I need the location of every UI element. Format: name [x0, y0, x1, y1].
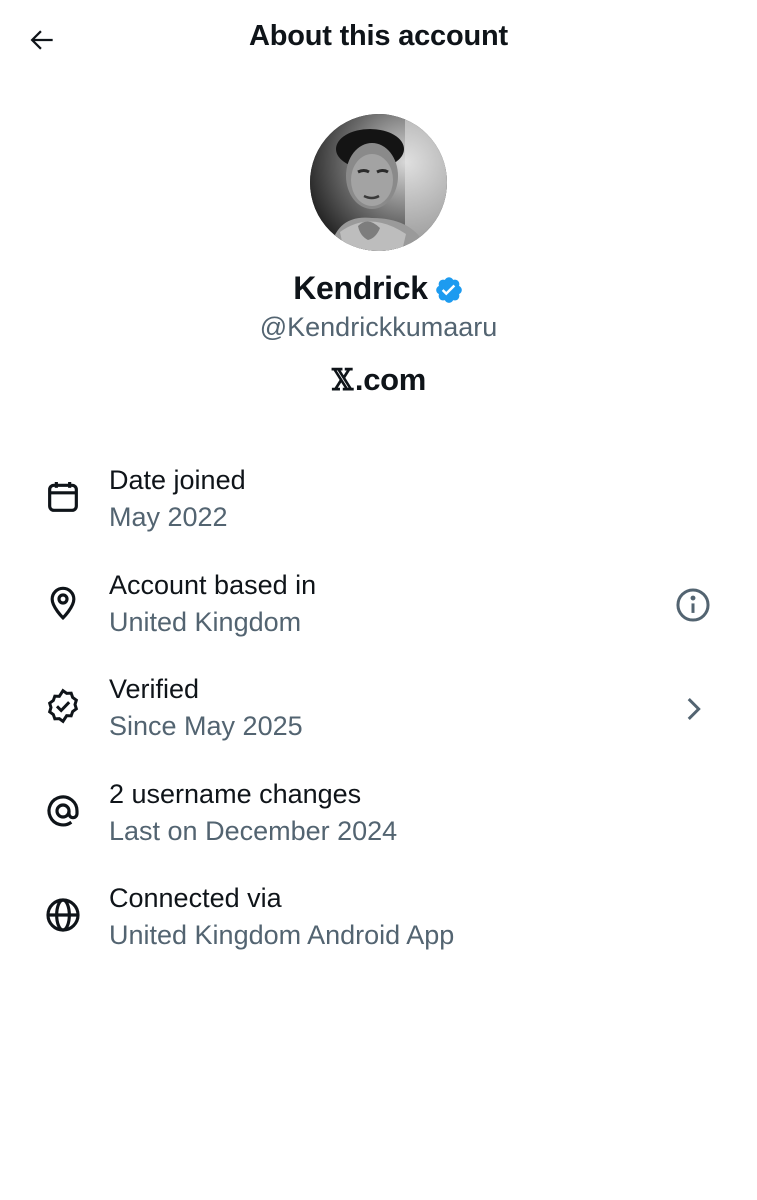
detail-value: United Kingdom: [109, 606, 302, 637]
page-title: About this account: [248, 20, 508, 52]
detail-value: United Kingdom Android App: [109, 920, 455, 950]
verified-chevron-button[interactable]: [671, 687, 715, 731]
top-bar: About this account: [0, 0, 757, 80]
verified-badge-icon: [434, 275, 464, 305]
verified-row[interactable]: Verified Since May 2025: [0, 659, 757, 764]
avatar: [310, 114, 447, 251]
detail-title: Connected via: [109, 883, 282, 913]
globe-icon: [40, 892, 86, 938]
account-details-list: Date joined May 2022 Account based in Un…: [0, 450, 757, 973]
date-joined-row: Date joined May 2022: [0, 450, 757, 555]
display-name: Kendrick: [293, 270, 428, 306]
domain-suffix: .com: [354, 362, 427, 397]
info-circle-icon: [676, 587, 710, 622]
at-sign-icon: [40, 788, 86, 834]
chevron-right-icon: [687, 698, 701, 720]
detail-title: Verified: [109, 674, 200, 704]
domain-label: 𝕏 .com: [0, 362, 757, 398]
calendar-icon: [40, 474, 86, 520]
detail-value: Since May 2025: [109, 711, 303, 741]
info-button[interactable]: [671, 583, 715, 627]
detail-title: Account based in: [109, 569, 317, 600]
account-based-in-row: Account based in United Kingdom: [0, 555, 757, 660]
verified-check-icon: [40, 683, 86, 729]
name-row: Kendrick: [0, 270, 757, 307]
detail-title: 2 username changes: [109, 778, 362, 809]
profile-photo: [310, 114, 447, 251]
username-changes-row: 2 username changes Last on December 2024: [0, 764, 757, 869]
username-handle: @Kendrickkumaaru: [259, 312, 498, 342]
detail-title: Date joined: [109, 465, 246, 495]
location-pin-icon: [40, 579, 86, 625]
connected-via-row: Connected via United Kingdom Android App: [0, 868, 757, 973]
detail-value: Last on December 2024: [109, 815, 398, 846]
detail-value: May 2022: [109, 502, 228, 532]
x-logo-icon: 𝕏: [331, 362, 353, 398]
